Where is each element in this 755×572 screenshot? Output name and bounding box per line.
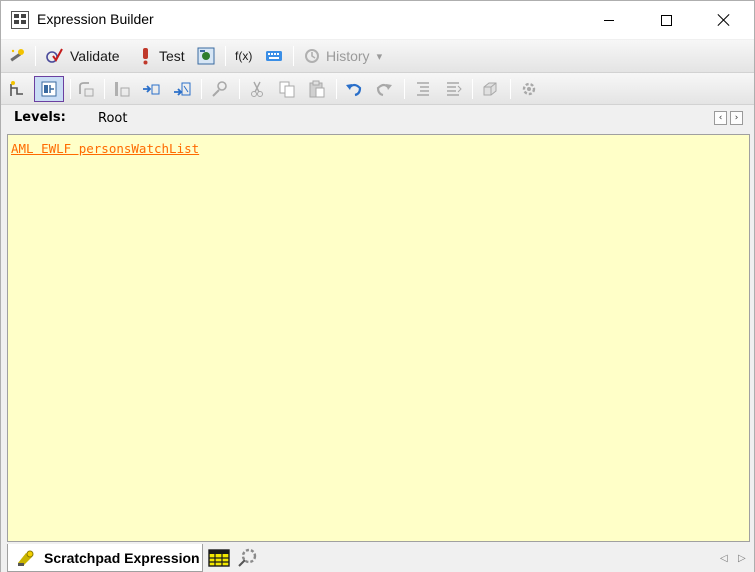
wrap-button bbox=[77, 73, 95, 104]
paste-icon bbox=[309, 80, 325, 97]
outdent-button bbox=[444, 73, 462, 104]
validate-button[interactable]: Validate bbox=[45, 40, 120, 72]
keyboard-button[interactable] bbox=[265, 40, 283, 72]
undo-button[interactable] bbox=[345, 73, 363, 104]
history-label: History bbox=[326, 48, 370, 64]
bottom-tab-bar: Scratchpad Expression ◁ ▷ bbox=[1, 544, 754, 572]
block-icon bbox=[483, 82, 497, 95]
wrap-icon bbox=[79, 81, 94, 96]
cut-icon bbox=[251, 81, 263, 97]
magic-wand-icon bbox=[10, 49, 24, 62]
expression-builder-window: Expression Builder Validate Test f(x) Hi… bbox=[0, 0, 755, 572]
cut-button bbox=[248, 73, 266, 104]
levels-label: Levels: bbox=[14, 110, 66, 125]
close-icon bbox=[717, 13, 731, 27]
block-button bbox=[481, 73, 499, 104]
redo-icon bbox=[376, 83, 392, 96]
find-replace-button bbox=[211, 73, 229, 104]
magic-wand-button[interactable] bbox=[8, 40, 26, 72]
structure-view-button[interactable] bbox=[34, 73, 64, 104]
levels-breadcrumb-root[interactable]: Root bbox=[98, 111, 127, 126]
history-icon bbox=[305, 49, 319, 63]
settings-pen-icon bbox=[238, 548, 257, 567]
maximize-button[interactable] bbox=[643, 1, 689, 39]
properties-icon bbox=[522, 82, 536, 95]
chevron-right-icon: › bbox=[734, 113, 739, 123]
chevron-left-icon: ‹ bbox=[718, 113, 723, 123]
app-icon bbox=[11, 11, 29, 29]
table-icon bbox=[208, 549, 230, 567]
tree-view-button[interactable] bbox=[9, 73, 27, 104]
title-bar: Expression Builder bbox=[1, 1, 754, 39]
level-forward-button[interactable]: › bbox=[730, 111, 743, 125]
insert-child-button[interactable] bbox=[173, 73, 191, 104]
function-label: f(x) bbox=[235, 49, 253, 63]
indent-button bbox=[414, 73, 432, 104]
test-data-icon bbox=[197, 47, 215, 65]
window-title: Expression Builder bbox=[37, 11, 154, 27]
insert-before-button bbox=[113, 73, 131, 104]
paste-button bbox=[308, 73, 326, 104]
find-replace-icon bbox=[212, 80, 227, 97]
undo-icon bbox=[346, 83, 362, 96]
scratchpad-icon bbox=[18, 550, 34, 566]
minimize-icon bbox=[604, 20, 614, 21]
redo-button bbox=[375, 73, 393, 104]
insert-after-button[interactable] bbox=[142, 73, 160, 104]
keyboard-icon bbox=[266, 51, 282, 61]
indent-icon bbox=[417, 81, 429, 96]
insert-after-icon bbox=[143, 84, 160, 94]
scroll-right-icon[interactable]: ▷ bbox=[738, 553, 746, 564]
tab-table[interactable] bbox=[208, 548, 230, 568]
history-dropdown[interactable]: History ▾ bbox=[303, 40, 382, 72]
function-button[interactable]: f(x) bbox=[235, 40, 252, 72]
main-toolbar: Validate Test f(x) History ▾ bbox=[1, 40, 754, 73]
edit-toolbar bbox=[1, 73, 754, 105]
copy-icon bbox=[279, 81, 295, 97]
tab-scratchpad-expression[interactable]: Scratchpad Expression bbox=[7, 544, 203, 572]
validate-label: Validate bbox=[70, 48, 120, 64]
test-label: Test bbox=[159, 48, 185, 64]
structure-view-icon bbox=[41, 81, 57, 96]
scroll-left-icon[interactable]: ◁ bbox=[720, 553, 728, 564]
validate-check-icon bbox=[46, 48, 63, 63]
expression-editor[interactable]: AML EWLF personsWatchList bbox=[7, 134, 750, 542]
levels-bar: Levels: Root ‹ › bbox=[1, 105, 754, 132]
copy-button bbox=[278, 73, 296, 104]
test-exclamation-icon bbox=[143, 48, 148, 65]
insert-before-icon bbox=[115, 81, 130, 96]
test-button[interactable]: Test bbox=[137, 40, 185, 72]
maximize-icon bbox=[660, 14, 672, 26]
expression-link[interactable]: AML EWLF personsWatchList bbox=[11, 141, 199, 156]
properties-button bbox=[520, 73, 538, 104]
tab-scratchpad-label: Scratchpad Expression bbox=[44, 549, 200, 566]
outdent-icon bbox=[447, 81, 462, 96]
close-button[interactable] bbox=[701, 1, 747, 39]
insert-child-icon bbox=[174, 82, 191, 96]
test-data-button[interactable] bbox=[197, 40, 215, 72]
tab-settings[interactable] bbox=[237, 548, 259, 568]
minimize-button[interactable] bbox=[586, 1, 632, 39]
level-back-button[interactable]: ‹ bbox=[714, 111, 727, 125]
tree-view-icon bbox=[10, 80, 23, 96]
chevron-down-icon: ▾ bbox=[376, 50, 383, 63]
